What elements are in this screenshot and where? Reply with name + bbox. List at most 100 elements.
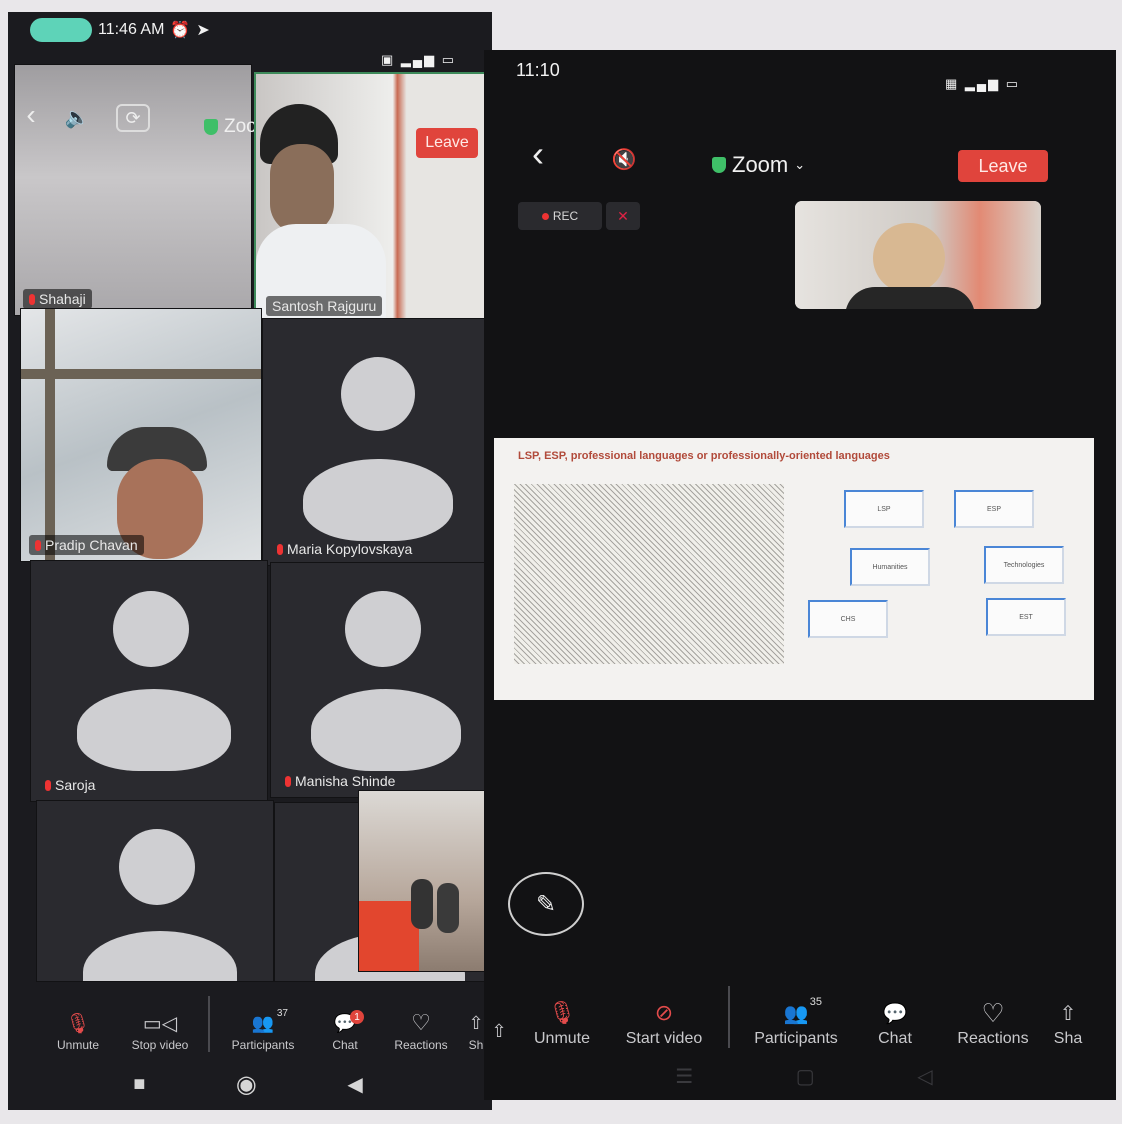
mic-muted-icon: [277, 543, 283, 555]
meeting-title-button[interactable]: Zoom ⌄: [712, 152, 805, 178]
heart-icon: ♡: [981, 997, 1005, 1028]
share-button-partial[interactable]: ⇧: [484, 1014, 514, 1048]
status-bar-left: 11:46 AM ⏰ ➤: [30, 18, 210, 42]
mic-muted-icon: [45, 779, 51, 791]
leave-button[interactable]: Leave: [958, 150, 1048, 182]
mic-off-icon: 🎙: [548, 1000, 576, 1025]
leave-button[interactable]: Leave: [416, 128, 478, 158]
chevron-down-icon: ⌄: [794, 157, 806, 172]
recording-indicator: REC: [518, 202, 602, 230]
participant-shoulders: [845, 287, 975, 309]
toolbar-label: Start video: [625, 1030, 703, 1047]
participant-face: [873, 223, 945, 293]
avatar-body-icon: [303, 459, 453, 541]
toolbar-label: Sha: [1053, 1030, 1083, 1047]
slide-box-lsp: LSP: [844, 490, 924, 528]
reactions-button[interactable]: ♡ Reactions: [380, 1008, 462, 1052]
home-icon[interactable]: ◉: [236, 1070, 257, 1099]
status-time: 11:46 AM: [98, 21, 165, 38]
toolbar-label: Chat: [332, 1038, 358, 1052]
home-icon[interactable]: ▢: [796, 1064, 815, 1089]
toolbar-label: Reactions: [957, 1030, 1029, 1047]
unmute-button[interactable]: 🎙 Unmute: [38, 1008, 118, 1053]
menu-icon[interactable]: ☰: [675, 1064, 693, 1089]
avatar-body-icon: [311, 689, 461, 771]
share-icon: ⇧: [1059, 1002, 1077, 1025]
start-video-button[interactable]: ⊘ Start video: [610, 996, 718, 1048]
participants-button[interactable]: 👥 35 Participants: [740, 996, 852, 1048]
rec-label: REC: [552, 209, 579, 223]
app-title: Zoom: [732, 152, 789, 177]
slide-box-esp: ESP: [954, 490, 1034, 528]
window-frame: [45, 309, 55, 561]
participant-count: 37: [276, 1008, 288, 1019]
pencil-icon[interactable]: ✎: [508, 872, 584, 936]
participant-face: [270, 144, 334, 234]
participant-name: Shahaji: [39, 291, 86, 307]
meeting-toolbar: ⇧ 🎙 Unmute ⊘ Start video 👥 35 Participan…: [484, 968, 1116, 1048]
speaker-icon[interactable]: 🔈: [60, 102, 94, 132]
slide-box-chs: CHS: [808, 600, 888, 638]
participant-name: Pradip Chavan: [45, 537, 138, 553]
active-speaker-video[interactable]: [794, 200, 1042, 310]
share-icon: ⇧: [491, 1020, 507, 1041]
slide-box-technologies: Technologies: [984, 546, 1064, 584]
participant-count: 35: [809, 996, 822, 1008]
stop-video-button[interactable]: ▭◁ Stop video: [118, 1008, 202, 1053]
shield-icon: [204, 119, 218, 135]
chat-icon: 💬: [882, 1002, 908, 1025]
back-nav-icon[interactable]: ◀: [347, 1072, 362, 1097]
participant-name: Saroja: [55, 777, 96, 793]
back-icon[interactable]: ‹: [524, 133, 552, 174]
avatar-head-icon: [119, 829, 195, 905]
participants-icon: 👥: [251, 1012, 275, 1033]
back-nav-icon[interactable]: ◁: [917, 1064, 932, 1089]
toolbar-label: Unmute: [56, 1038, 100, 1052]
chat-button[interactable]: 💬 1 Chat: [310, 1008, 380, 1052]
back-icon[interactable]: ‹: [18, 99, 44, 130]
mic-muted-icon: [35, 539, 41, 551]
left-phone-screen: 11:46 AM ⏰ ➤ ▣ ▂▄▆ ▭ Shahaji ‹ 🔈 ⟳ Zoom …: [8, 12, 492, 1110]
signal-battery-icons: ▣ ▂▄▆ ▭: [381, 52, 456, 67]
speaker-muted-icon[interactable]: 🔇: [602, 144, 646, 174]
shared-screen-slide: LSP, ESP, professional languages or prof…: [494, 438, 1094, 700]
toolbar-divider: [728, 986, 730, 1048]
participant-name: Manisha Shinde: [295, 773, 396, 789]
share-button[interactable]: ⇧ Sha: [1048, 996, 1088, 1048]
video-icon: ▭◁: [142, 1012, 178, 1035]
participant-name-tag: Santosh Rajguru: [266, 296, 383, 316]
heart-icon: ♡: [411, 1010, 431, 1035]
right-phone-screen: 11:10 ▦ ▂▄▆ ▭ ‹ 🔇 Zoom ⌄ Leave REC ✕ LSP…: [484, 50, 1116, 1100]
switch-camera-icon[interactable]: ⟳: [116, 104, 150, 132]
person-figure: [411, 879, 433, 929]
reactions-button[interactable]: ♡ Reactions: [938, 996, 1048, 1048]
avatar-body-icon: [77, 689, 231, 771]
video-tile[interactable]: Shahaji: [14, 64, 252, 316]
signal-battery-icons: ▦ ▂▄▆ ▭: [945, 76, 1020, 91]
share-icon: ⇧: [468, 1012, 484, 1033]
chat-button[interactable]: 💬 Chat: [852, 996, 938, 1048]
unread-badge: 1: [350, 1010, 364, 1024]
slide-title: LSP, ESP, professional languages or prof…: [518, 450, 890, 462]
video-tile[interactable]: Pradip Chavan: [20, 308, 262, 562]
self-view-video[interactable]: [358, 790, 490, 972]
unmute-button[interactable]: 🎙 Unmute: [514, 996, 610, 1048]
avatar-head-icon: [341, 357, 415, 431]
chair: [359, 901, 419, 971]
video-tile-avatar[interactable]: Saroja: [30, 560, 268, 802]
video-tile-avatar[interactable]: Manisha Shinde: [270, 562, 492, 798]
avatar-head-icon: [113, 591, 189, 667]
recents-icon[interactable]: ■: [133, 1073, 145, 1096]
participant-name-tag: Saroja: [39, 775, 101, 795]
participant-name-tag: Shahaji: [23, 289, 92, 309]
video-tile-avatar[interactable]: [36, 800, 274, 982]
participants-button[interactable]: 👥 37 Participants: [216, 1008, 310, 1052]
toolbar-divider: [208, 996, 210, 1052]
slide-tree-diagram-image: [514, 484, 784, 664]
slide-box-humanities: Humanities: [850, 548, 930, 586]
toolbar-label: Participants: [231, 1038, 295, 1052]
video-tile-active-speaker[interactable]: Santosh Rajguru: [254, 72, 486, 326]
toolbar-label: Reactions: [394, 1038, 448, 1052]
toolbar-label: Sh: [468, 1038, 484, 1052]
video-tile-avatar[interactable]: Maria Kopylovskaya: [262, 318, 490, 566]
